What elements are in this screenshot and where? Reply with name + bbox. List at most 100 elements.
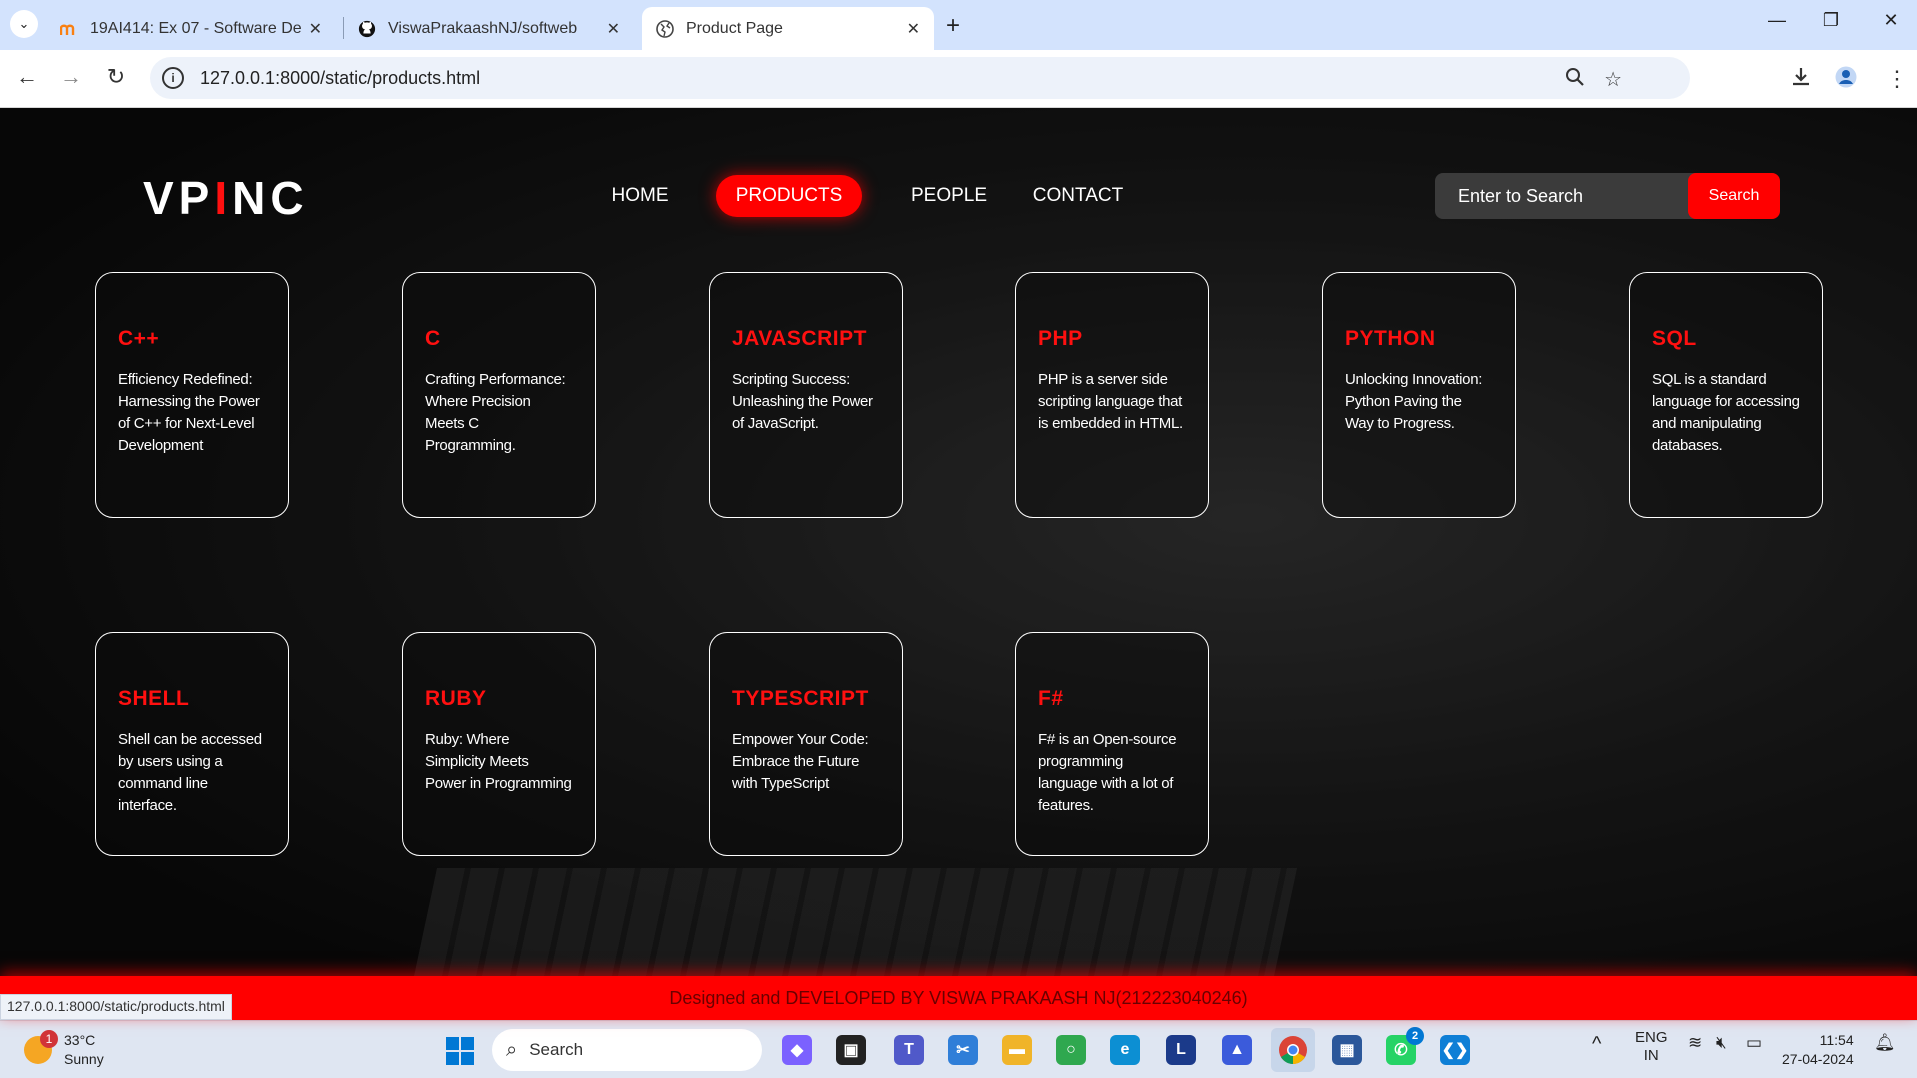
product-card-ruby[interactable]: RUBY Ruby: Where Simplicity Meets Power … bbox=[402, 632, 596, 856]
reload-icon[interactable]: ↻ bbox=[101, 64, 131, 90]
logo-part-nc: NC bbox=[232, 172, 309, 224]
card-description: PHP is a server side scripting language … bbox=[1038, 371, 1183, 432]
snipping-tool-icon[interactable]: ✂ bbox=[948, 1035, 978, 1065]
product-card-shell[interactable]: SHELL Shell can be accessed by users usi… bbox=[95, 632, 289, 856]
nav-people[interactable]: PEOPLE bbox=[898, 175, 1000, 217]
tray-chevron-up-icon[interactable]: ^ bbox=[1592, 1033, 1601, 1056]
zoom-magnifier-icon[interactable] bbox=[1565, 67, 1585, 93]
tab-title: 19AI414: Ex 07 - Software Devel bbox=[90, 19, 301, 37]
search-button[interactable]: Search bbox=[1688, 173, 1780, 219]
chrome-icon[interactable] bbox=[1271, 1028, 1315, 1072]
tab-title: Product Page bbox=[686, 19, 783, 37]
download-icon[interactable] bbox=[1790, 66, 1812, 94]
card-title: F# bbox=[1038, 687, 1064, 710]
triangle-app-icon[interactable]: ▲ bbox=[1222, 1035, 1252, 1065]
product-card-fsharp[interactable]: F# F# is an Open-source programming lang… bbox=[1015, 632, 1209, 856]
tab-search-chevron-icon[interactable]: ⌄ bbox=[10, 10, 38, 38]
back-arrow-icon[interactable]: ← bbox=[12, 64, 42, 90]
card-title: RUBY bbox=[425, 687, 487, 710]
tab-moodle[interactable]: 19AI414: Ex 07 - Software Devel ✕ bbox=[46, 7, 336, 50]
vscode-icon[interactable]: ❮❯ bbox=[1440, 1035, 1470, 1065]
taskbar-search[interactable]: ⌕ Search bbox=[492, 1029, 762, 1071]
footer-credit: Designed and DEVELOPED BY VISWA PRAKAASH… bbox=[669, 987, 1248, 1008]
product-card-sql[interactable]: SQL SQL is a standard language for acces… bbox=[1629, 272, 1823, 518]
card-title: PYTHON bbox=[1345, 327, 1436, 350]
card-description: SQL is a standard language for accessing… bbox=[1652, 371, 1800, 454]
card-title: C bbox=[425, 327, 441, 350]
weather-condition: Sunny bbox=[64, 1051, 104, 1067]
site-info-icon[interactable]: i bbox=[162, 67, 184, 89]
minimize-icon[interactable]: — bbox=[1754, 10, 1800, 31]
notification-bell-icon[interactable]: 🔔︎ bbox=[1874, 1033, 1896, 1053]
menu-kebab-icon[interactable]: ⋮ bbox=[1886, 66, 1908, 92]
copilot-icon[interactable]: ◆ bbox=[782, 1035, 812, 1065]
close-tab-icon[interactable]: ✕ bbox=[907, 19, 920, 39]
product-card-javascript[interactable]: JAVASCRIPT Scripting Success: Unleashing… bbox=[709, 272, 903, 518]
weather-widget[interactable]: 1 33°C Sunny bbox=[24, 1030, 104, 1069]
weather-temp: 33°C bbox=[64, 1032, 96, 1048]
forward-arrow-icon[interactable]: → bbox=[56, 64, 86, 90]
task-view-icon[interactable]: ▣ bbox=[836, 1035, 866, 1065]
card-title: SQL bbox=[1652, 327, 1697, 350]
l-app-icon[interactable]: L bbox=[1166, 1035, 1196, 1065]
card-title: JAVASCRIPT bbox=[732, 327, 867, 350]
tab-product-page[interactable]: Product Page ✕ bbox=[642, 7, 934, 50]
browser-toolbar: ← → ↻ i 127.0.0.1:8000/static/products.h… bbox=[0, 50, 1917, 108]
logo-part-vp: VP bbox=[143, 172, 215, 224]
store-icon[interactable]: ▦ bbox=[1332, 1035, 1362, 1065]
whatsapp-icon[interactable]: ✆ 2 bbox=[1386, 1027, 1424, 1065]
product-card-php[interactable]: PHP PHP is a server side scripting langu… bbox=[1015, 272, 1209, 518]
tab-github[interactable]: ViswaPrakaashNJ/softweb ✕ bbox=[344, 7, 634, 50]
browser-tab-bar: ⌄ 19AI414: Ex 07 - Software Devel ✕ Visw… bbox=[0, 0, 1917, 50]
product-card-c[interactable]: C Crafting Performance: Where Precision … bbox=[402, 272, 596, 518]
card-description: Efficiency Redefined: Harnessing the Pow… bbox=[118, 371, 260, 454]
product-page: VPINC HOME PRODUCTS PEOPLE CONTACT Searc… bbox=[0, 108, 1917, 1020]
whatsapp-badge: 2 bbox=[1406, 1027, 1424, 1045]
close-tab-icon[interactable]: ✕ bbox=[309, 19, 322, 39]
teams-icon[interactable]: T bbox=[894, 1035, 924, 1065]
clock-date: 27-04-2024 bbox=[1782, 1051, 1854, 1067]
card-description: Empower Your Code: Embrace the Future wi… bbox=[732, 731, 869, 792]
system-clock[interactable]: 11:54 27-04-2024 bbox=[1782, 1031, 1854, 1069]
card-title: SHELL bbox=[118, 687, 190, 710]
volume-muted-icon[interactable]: 🔇︎ bbox=[1716, 1033, 1727, 1053]
close-tab-icon[interactable]: ✕ bbox=[607, 19, 620, 39]
language-indicator[interactable]: ENG IN bbox=[1635, 1029, 1668, 1065]
file-explorer-icon[interactable]: ▬ bbox=[1002, 1035, 1032, 1065]
product-card-cpp[interactable]: C++ Efficiency Redefined: Harnessing the… bbox=[95, 272, 289, 518]
product-card-typescript[interactable]: TYPESCRIPT Empower Your Code: Embrace th… bbox=[709, 632, 903, 856]
globe-icon bbox=[656, 19, 674, 38]
card-description: Ruby: Where Simplicity Meets Power in Pr… bbox=[425, 731, 572, 792]
card-description: Crafting Performance: Where Precision Me… bbox=[425, 371, 566, 454]
language-code: ENG bbox=[1635, 1029, 1668, 1046]
circle-app-icon[interactable]: ○ bbox=[1056, 1035, 1086, 1065]
card-description: Scripting Success: Unleashing the Power … bbox=[732, 371, 873, 432]
profile-avatar-icon[interactable] bbox=[1835, 66, 1857, 94]
edge-icon[interactable]: e bbox=[1110, 1035, 1140, 1065]
moodle-icon bbox=[60, 20, 78, 38]
address-bar[interactable]: i 127.0.0.1:8000/static/products.html ☆ bbox=[150, 57, 1690, 99]
restore-icon[interactable]: ❐ bbox=[1808, 10, 1854, 31]
new-tab-plus-icon[interactable]: + bbox=[946, 12, 960, 40]
logo-part-i: I bbox=[214, 172, 233, 224]
card-description: F# is an Open-source programming languag… bbox=[1038, 731, 1177, 814]
nav-home[interactable]: HOME bbox=[600, 175, 680, 217]
clock-time: 11:54 bbox=[1819, 1032, 1854, 1048]
windows-start-icon[interactable] bbox=[446, 1037, 474, 1065]
battery-icon[interactable]: ▭ bbox=[1746, 1033, 1762, 1053]
url-text[interactable]: 127.0.0.1:8000/static/products.html bbox=[200, 68, 480, 89]
card-title: PHP bbox=[1038, 327, 1083, 350]
wifi-icon[interactable]: ≋ bbox=[1688, 1033, 1702, 1053]
github-icon bbox=[358, 20, 376, 38]
nav-products[interactable]: PRODUCTS bbox=[716, 175, 862, 217]
card-title: C++ bbox=[118, 327, 160, 350]
card-description: Unlocking Innovation: Python Paving the … bbox=[1345, 371, 1483, 432]
window-close-icon[interactable]: ✕ bbox=[1868, 10, 1914, 31]
bookmark-star-icon[interactable]: ☆ bbox=[1604, 67, 1622, 92]
nav-contact[interactable]: CONTACT bbox=[1028, 175, 1128, 217]
site-search: Search bbox=[1435, 173, 1780, 219]
sun-icon: 1 bbox=[24, 1030, 58, 1064]
site-logo[interactable]: VPINC bbox=[143, 171, 309, 225]
region-code: IN bbox=[1643, 1047, 1659, 1064]
product-card-python[interactable]: PYTHON Unlocking Innovation: Python Pavi… bbox=[1322, 272, 1516, 518]
